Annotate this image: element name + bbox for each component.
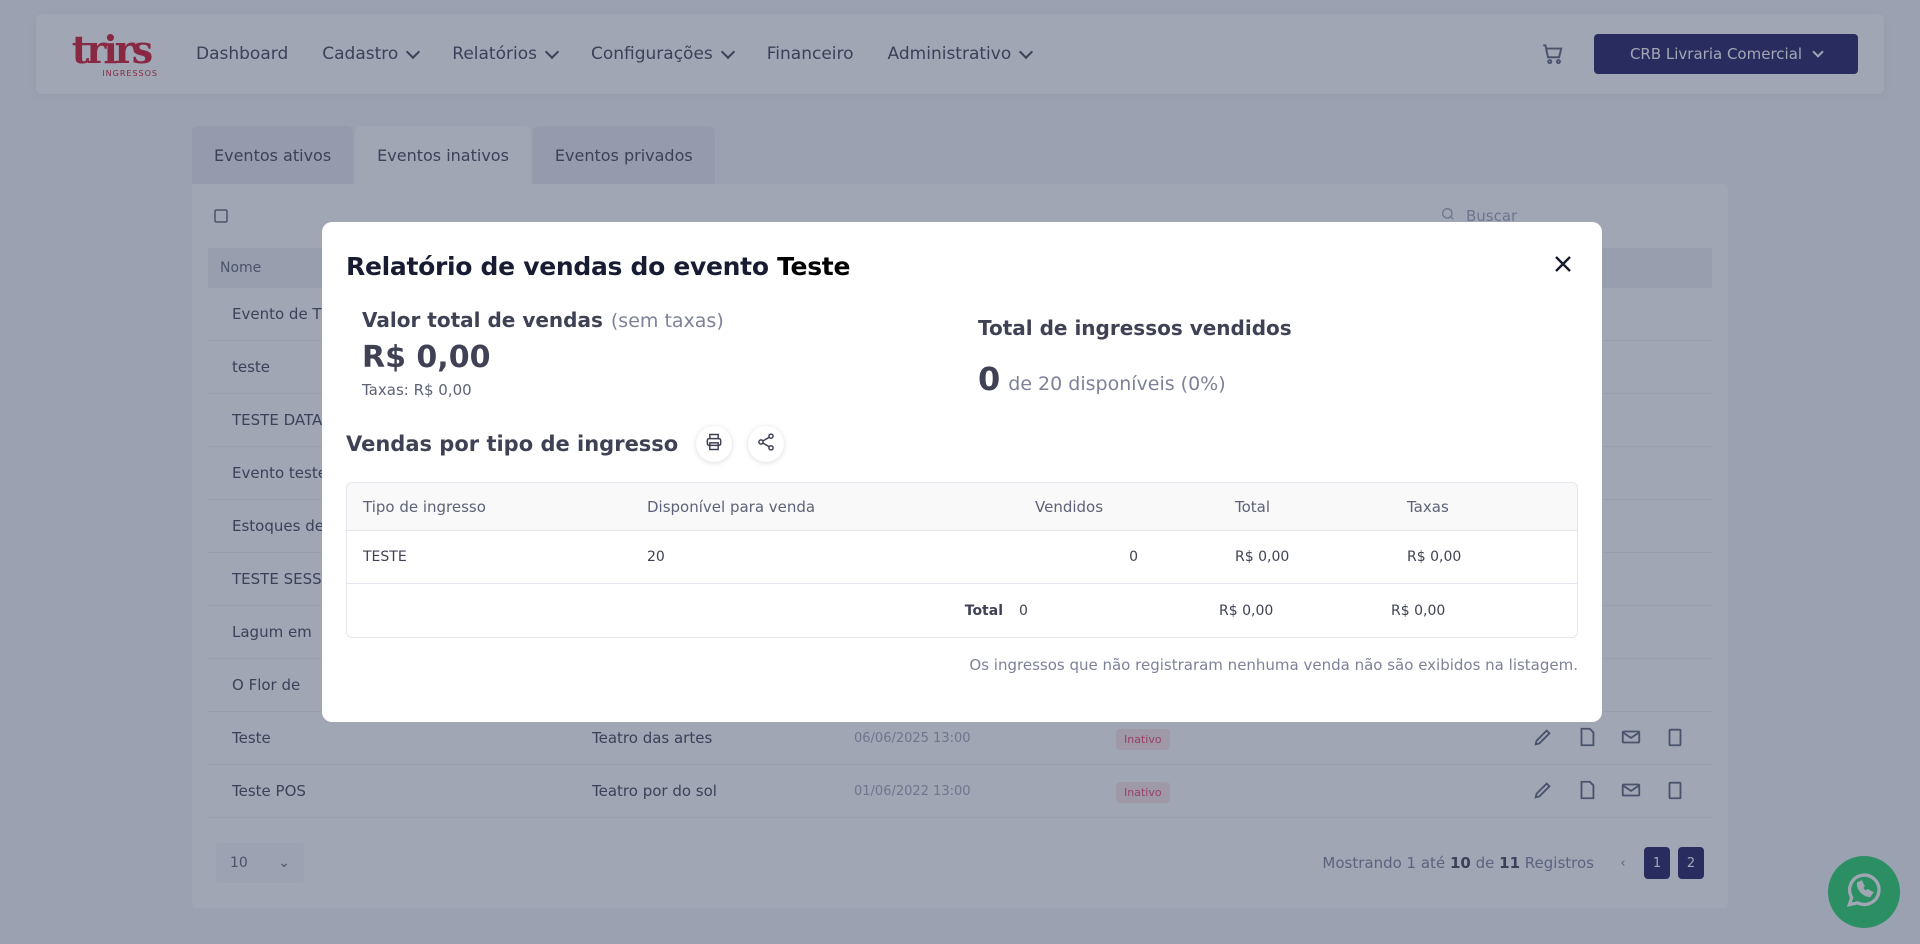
total-fees: R$ 0,00: [1391, 602, 1446, 619]
table-header: Tipo de ingresso Disponível para venda V…: [347, 483, 1577, 531]
table-footnote: Os ingressos que não registraram nenhuma…: [969, 656, 1578, 674]
tickets-sold-label: Total de ingressos vendidos: [978, 316, 1292, 340]
tickets-sold-value: 0: [978, 360, 1001, 398]
section-title: Vendas por tipo de ingresso: [346, 432, 679, 456]
modal-title: Relatório de vendas do evento Teste: [346, 252, 850, 281]
modal-event-name: Teste: [777, 251, 851, 281]
table-total-row: Total 0 R$ 0,00 R$ 0,00: [347, 584, 1577, 637]
close-button[interactable]: [1548, 251, 1578, 281]
ticket-sold: 0: [1129, 549, 1138, 565]
close-icon: [1553, 254, 1573, 278]
ticket-available: 20: [647, 549, 665, 565]
total-label: Total: [964, 602, 1003, 619]
total-sales-label: Valor total de vendas: [362, 308, 603, 332]
total-sold: 0: [1019, 602, 1028, 619]
tickets-sold-stat: Total de ingressos vendidos 0 de 20 disp…: [978, 308, 1562, 418]
header-fees: Taxas: [1407, 497, 1449, 516]
ticket-fees: R$ 0,00: [1407, 549, 1462, 565]
header-total: Total: [1235, 497, 1271, 516]
total-amount: R$ 0,00: [1219, 602, 1274, 619]
print-button[interactable]: [696, 426, 733, 462]
header-ticket-type: Tipo de ingresso: [363, 497, 486, 516]
printer-icon: [704, 432, 724, 456]
modal-title-prefix: Relatório de vendas do evento: [346, 251, 769, 281]
share-button[interactable]: [748, 426, 785, 462]
total-sales-value: R$ 0,00: [362, 340, 491, 375]
total-sales-stat: Valor total de vendas (sem taxas) R$ 0,0…: [362, 308, 978, 418]
header-sold: Vendidos: [1035, 497, 1104, 516]
header-available: Disponível para venda: [647, 497, 816, 516]
sales-by-ticket-table: Tipo de ingresso Disponível para venda V…: [346, 482, 1578, 638]
ticket-type: TESTE: [363, 549, 407, 565]
total-sales-note: (sem taxas): [610, 310, 724, 332]
ticket-total: R$ 0,00: [1235, 549, 1290, 565]
fees-value: Taxas: R$ 0,00: [362, 381, 472, 399]
share-icon: [756, 432, 776, 456]
tickets-available-text: de 20 disponíveis (0%): [1008, 373, 1226, 395]
table-row: TESTE 20 0 R$ 0,00 R$ 0,00: [347, 531, 1577, 584]
sales-report-modal: Relatório de vendas do evento Teste Valo…: [322, 222, 1602, 722]
